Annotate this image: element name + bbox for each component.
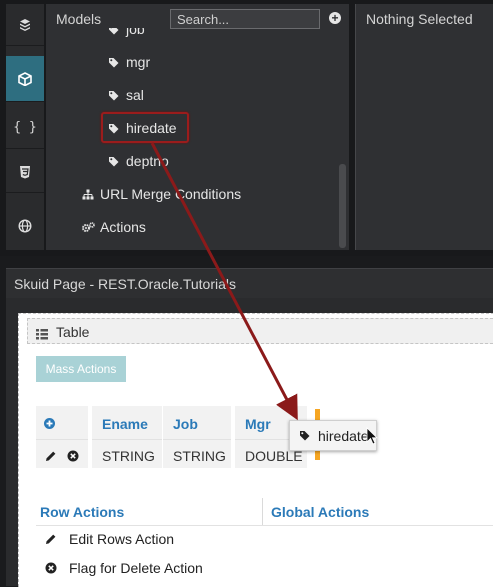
x-circle-icon[interactable] — [67, 449, 79, 467]
tag-icon — [299, 430, 310, 441]
table-column-ename[interactable]: Ename STRING — [92, 406, 162, 468]
css3-icon — [19, 165, 31, 179]
tree-item-label: URL Merge Conditions — [100, 186, 242, 202]
models-panel-title: Models — [56, 11, 102, 27]
tree-item-field[interactable]: deptno — [108, 153, 169, 169]
column-type: STRING — [102, 448, 155, 464]
sitemap-icon — [82, 189, 100, 200]
column-header[interactable]: Mgr — [245, 416, 271, 432]
gears-icon — [82, 221, 100, 233]
properties-panel-title: Nothing Selected — [366, 11, 473, 27]
tree-item-url-merge-conditions[interactable]: URL Merge Conditions — [82, 186, 241, 202]
tree-item-label: deptno — [126, 153, 169, 169]
column-separator — [163, 439, 231, 440]
column-separator — [92, 439, 162, 440]
dragged-field-label: hiredate — [318, 427, 369, 444]
rail-css-button[interactable] — [6, 151, 44, 193]
rail-models-button[interactable] — [6, 56, 44, 102]
row-action-flag-delete[interactable]: Flag for Delete Action — [45, 560, 203, 576]
column-separator — [36, 439, 88, 440]
column-header[interactable]: Ename — [102, 416, 148, 432]
pencil-icon[interactable] — [45, 449, 57, 467]
table-component-label: Table — [56, 324, 90, 340]
row-action-label: Edit Rows Action — [69, 531, 175, 547]
models-panel: Models + job mgr sal hiredate deptno URL… — [46, 4, 349, 250]
properties-panel: Nothing Selected — [355, 4, 493, 250]
tree-item-field[interactable]: mgr — [108, 54, 150, 70]
column-type: STRING — [173, 448, 226, 464]
actions-divider — [262, 498, 263, 526]
tree-item-label: sal — [126, 87, 144, 103]
models-scrollbar[interactable] — [339, 164, 346, 248]
tag-icon — [108, 28, 126, 35]
row-action-label: Flag for Delete Action — [69, 560, 203, 576]
hiredate-highlight-box — [101, 112, 189, 143]
actions-divider — [36, 525, 493, 526]
tree-item-actions[interactable]: Actions — [82, 219, 146, 235]
tag-icon — [108, 57, 126, 68]
cube-icon — [18, 71, 32, 86]
tree-item-label: job — [126, 21, 145, 37]
models-search-input[interactable] — [170, 9, 320, 29]
table-grid-icon — [36, 327, 48, 345]
tree-item-label: mgr — [126, 54, 151, 70]
page-header: Skuid Page - REST.Oracle.Tutorials — [6, 268, 493, 299]
row-controls-column — [36, 406, 88, 468]
braces-icon: { } — [13, 120, 37, 135]
table-component-header[interactable]: Table — [27, 318, 493, 344]
add-row-icon[interactable] — [44, 416, 55, 434]
tree-item-field[interactable]: job — [108, 21, 145, 37]
rail-components-button[interactable] — [6, 4, 44, 46]
mass-actions-button[interactable]: Mass Actions — [36, 356, 126, 382]
rail-javascript-button[interactable]: { } — [6, 107, 44, 149]
table-column-job[interactable]: Job STRING — [163, 406, 231, 468]
tag-icon — [108, 156, 126, 167]
icon-rail: { } — [6, 4, 44, 250]
row-action-edit[interactable]: Edit Rows Action — [45, 531, 174, 547]
pencil-icon — [45, 533, 69, 545]
plus-icon: + — [331, 11, 339, 25]
row-actions-heading: Row Actions — [40, 504, 125, 520]
tree-item-field[interactable]: sal — [108, 87, 144, 103]
cube-stack-icon — [18, 18, 32, 32]
dragged-field-ghost[interactable]: hiredate — [289, 420, 377, 451]
tree-item-label: Actions — [100, 219, 146, 235]
page-title: Skuid Page - REST.Oracle.Tutorials — [14, 276, 237, 292]
rail-resources-button[interactable] — [6, 205, 44, 247]
globe-icon — [18, 219, 32, 233]
builder-top-panel: { } Models + job mgr sal — [0, 0, 493, 256]
tag-icon — [108, 90, 126, 101]
global-actions-heading: Global Actions — [271, 504, 370, 520]
x-circle-icon — [45, 562, 69, 574]
add-model-button[interactable]: + — [329, 12, 341, 24]
column-header[interactable]: Job — [173, 416, 198, 432]
